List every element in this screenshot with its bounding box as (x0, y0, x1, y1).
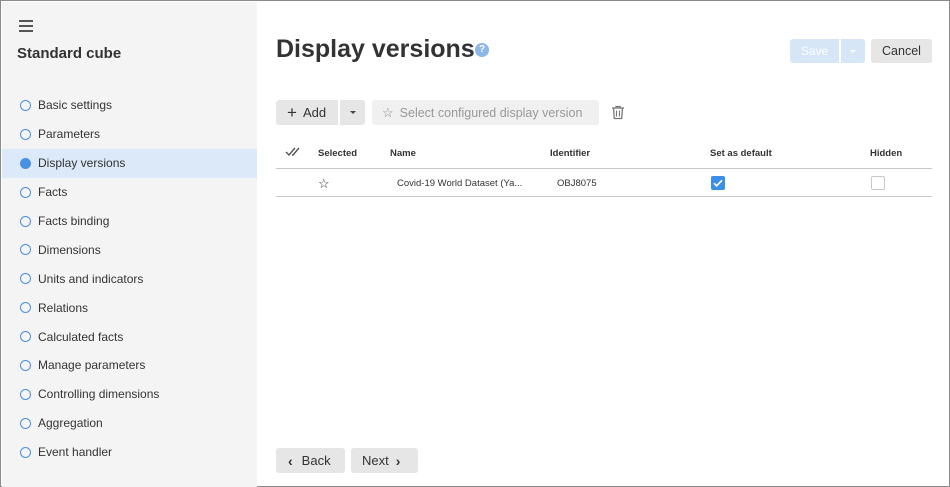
sidebar: Standard cube Basic settings Parameters … (2, 2, 257, 487)
add-button[interactable]: + Add (276, 100, 338, 125)
chevron-down-icon (850, 49, 856, 53)
sidebar-item-dimensions[interactable]: Dimensions (2, 235, 257, 264)
step-circle-icon (20, 446, 31, 458)
save-button[interactable]: Save (790, 39, 839, 63)
column-header-set-as-default[interactable]: Set as default (710, 148, 772, 159)
step-circle-icon (20, 388, 31, 400)
app-title: Standard cube (17, 45, 122, 62)
display-versions-table: Selected Name Identifier Set as default … (276, 140, 932, 197)
sidebar-item-parameters[interactable]: Parameters (2, 120, 257, 149)
sidebar-item-units-and-indicators[interactable]: Units and indicators (2, 264, 257, 293)
sidebar-item-relations[interactable]: Relations (2, 293, 257, 322)
window-frame: Standard cube Basic settings Parameters … (0, 0, 950, 487)
sidebar-item-manage-parameters[interactable]: Manage parameters (2, 351, 257, 380)
sidebar-item-label: Calculated facts (38, 329, 124, 344)
sidebar-item-label: Facts (38, 185, 68, 200)
sidebar-item-label: Event handler (38, 445, 113, 460)
step-circle-icon (20, 186, 31, 198)
sidebar-item-label: Parameters (38, 127, 101, 142)
star-icon[interactable]: ☆ (318, 176, 330, 192)
step-circle-icon (20, 128, 31, 140)
save-button-group: Save (790, 39, 865, 63)
wizard-steps: Basic settings Parameters Display versio… (2, 91, 257, 467)
chevron-down-icon (349, 111, 356, 114)
hamburger-menu-icon[interactable] (19, 20, 33, 32)
add-button-label: Add (302, 105, 327, 120)
save-dropdown-button[interactable] (841, 39, 865, 63)
sidebar-item-basic-settings[interactable]: Basic settings (2, 91, 257, 120)
step-circle-icon (20, 99, 31, 111)
chevron-right-icon: › (395, 452, 401, 469)
step-circle-icon (20, 302, 31, 314)
next-button[interactable]: Next › (351, 448, 418, 473)
sidebar-item-facts-binding[interactable]: Facts binding (2, 207, 257, 236)
trash-icon[interactable] (611, 105, 625, 120)
step-circle-icon (20, 417, 31, 429)
add-dropdown-button[interactable] (340, 100, 365, 125)
select-configured-version-label: Select configured display version (399, 105, 583, 120)
next-button-label: Next (362, 453, 389, 468)
checkmark-icon (713, 179, 723, 188)
step-circle-icon (20, 331, 31, 343)
step-circle-filled-icon (20, 157, 31, 169)
sidebar-item-aggregation[interactable]: Aggregation (2, 409, 257, 438)
back-button[interactable]: ‹ Back (276, 448, 345, 473)
cancel-button[interactable]: Cancel (871, 39, 932, 63)
table-header: Selected Name Identifier Set as default … (276, 140, 932, 169)
sidebar-item-label: Basic settings (38, 98, 113, 113)
set-as-default-checkbox[interactable] (711, 176, 725, 190)
sidebar-item-label: Relations (38, 300, 89, 315)
sidebar-item-label: Controlling dimensions (38, 387, 160, 402)
select-configured-version-button[interactable]: ☆ Select configured display version (372, 100, 599, 125)
sidebar-item-label: Manage parameters (38, 358, 146, 373)
help-icon[interactable]: ? (475, 43, 489, 57)
double-check-icon[interactable] (285, 146, 303, 158)
step-circle-icon (20, 215, 31, 227)
hidden-checkbox[interactable] (871, 176, 885, 190)
table-row[interactable]: ☆ Covid-19 World Dataset (Ya... OBJ8075 (276, 169, 932, 197)
step-circle-icon (20, 244, 31, 256)
back-button-label: Back (301, 453, 331, 468)
star-icon: ☆ (382, 104, 394, 120)
plus-icon: + (287, 103, 297, 122)
sidebar-item-label: Dimensions (38, 242, 101, 257)
column-header-hidden[interactable]: Hidden (870, 148, 902, 159)
sidebar-item-display-versions[interactable]: Display versions (2, 148, 257, 178)
step-circle-icon (20, 359, 31, 371)
column-header-name[interactable]: Name (390, 148, 416, 159)
row-identifier: OBJ8075 (557, 178, 597, 189)
sidebar-item-controlling-dimensions[interactable]: Controlling dimensions (2, 380, 257, 409)
page-title: Display versions (276, 35, 475, 63)
sidebar-item-calculated-facts[interactable]: Calculated facts (2, 322, 257, 351)
sidebar-item-label: Aggregation (38, 416, 103, 431)
row-name: Covid-19 World Dataset (Ya... (397, 178, 523, 189)
main-panel: Display versions ? Save Cancel + Add ☆ S… (257, 2, 950, 487)
sidebar-item-facts[interactable]: Facts (2, 178, 257, 207)
step-circle-icon (20, 273, 31, 285)
column-header-selected[interactable]: Selected (318, 148, 357, 159)
sidebar-item-label: Display versions (38, 156, 126, 171)
sidebar-item-label: Facts binding (38, 214, 110, 228)
sidebar-item-label: Units and indicators (38, 271, 144, 286)
chevron-left-icon: ‹ (288, 452, 293, 469)
column-header-identifier[interactable]: Identifier (550, 148, 590, 159)
sidebar-item-event-handler[interactable]: Event handler (2, 438, 257, 467)
